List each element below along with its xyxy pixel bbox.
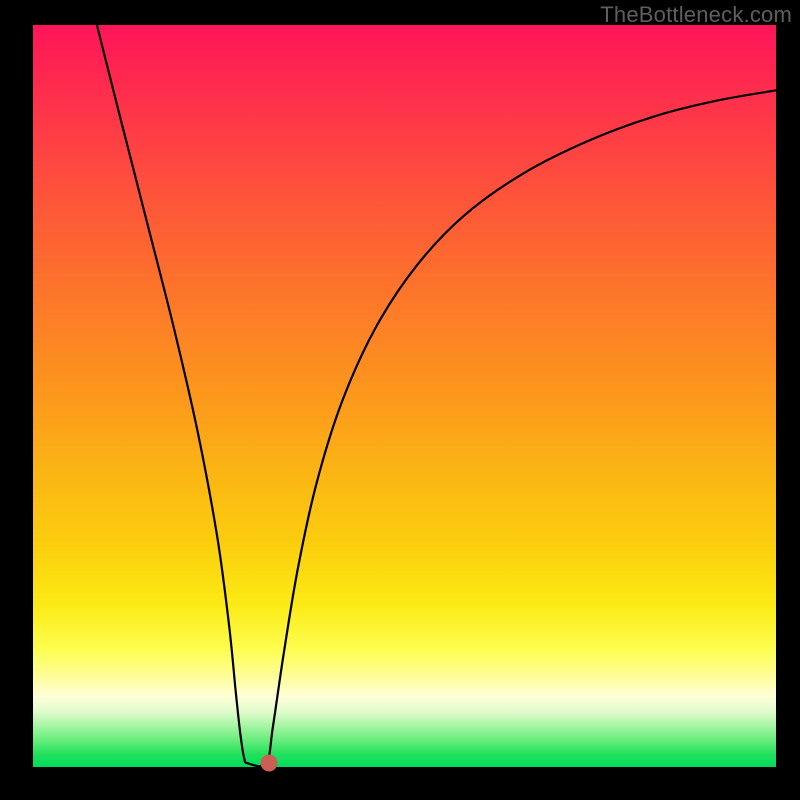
plot-background bbox=[33, 25, 776, 767]
chart-frame: TheBottleneck.com bbox=[0, 0, 800, 800]
